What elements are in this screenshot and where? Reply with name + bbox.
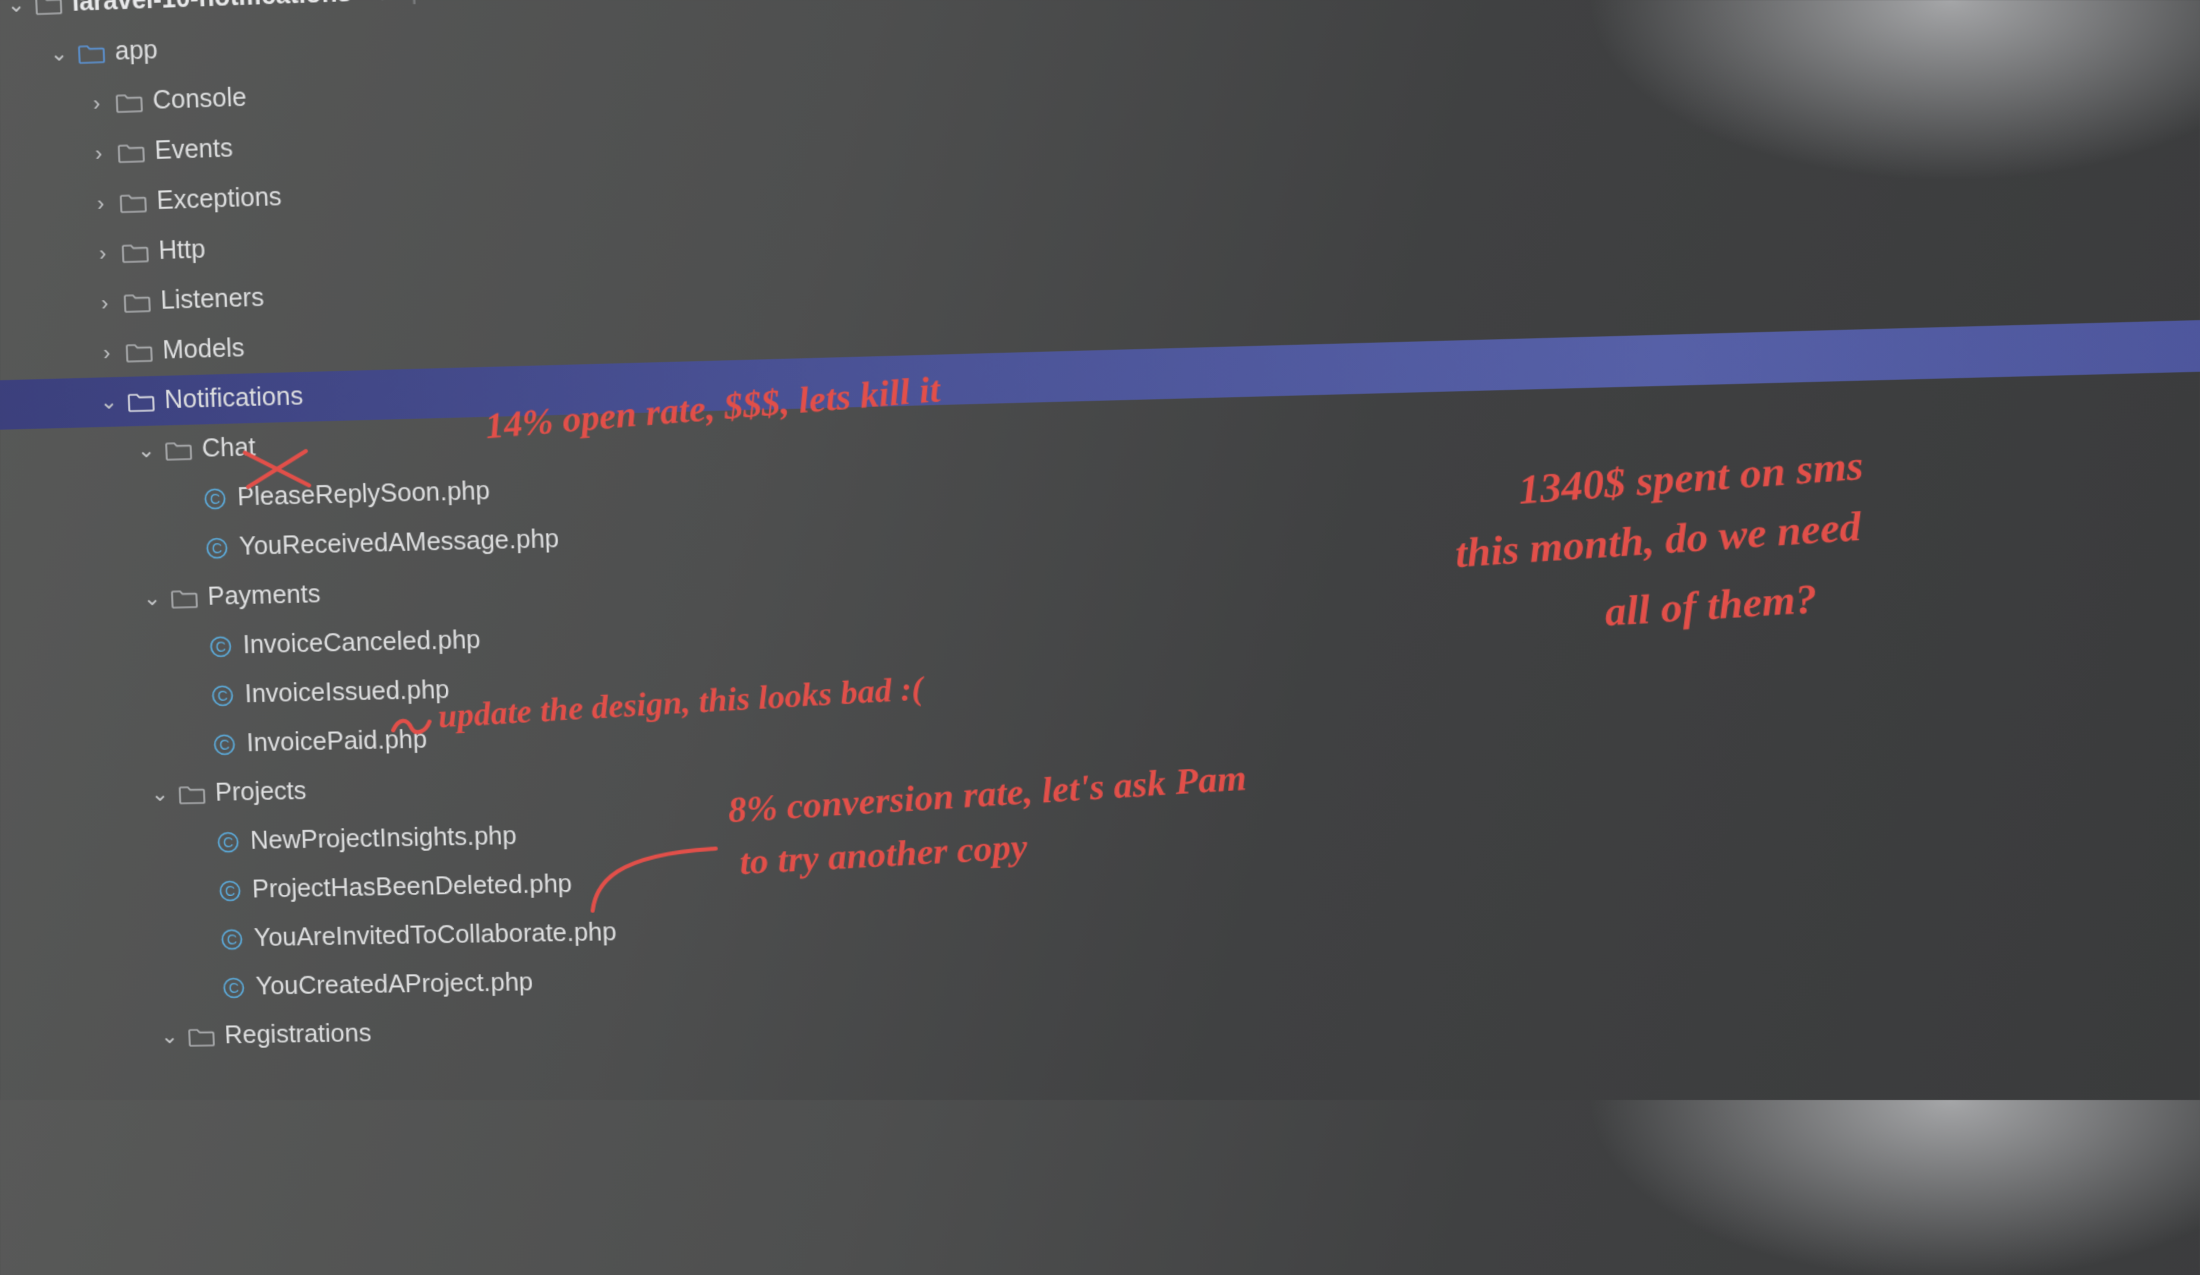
php-class-icon: C <box>210 683 235 708</box>
chevron-down-icon[interactable]: ⌄ <box>156 1024 183 1049</box>
folder-icon <box>120 190 147 213</box>
chevron-down-icon[interactable]: ⌄ <box>132 438 159 464</box>
project-tree[interactable]: ⌄ laravel-10-notifications ~/repos/larav… <box>0 0 2200 1064</box>
chevron-down-icon[interactable]: ⌄ <box>138 586 165 612</box>
root-path: ~/repos/laravel-10-notifications <box>365 0 721 8</box>
folder-icon <box>124 290 151 313</box>
folder-label: Notifications <box>164 382 304 415</box>
php-class-icon: C <box>217 878 242 902</box>
folder-icon <box>171 586 198 609</box>
file-label: ProjectHasBeenDeleted.php <box>252 870 573 904</box>
chevron-right-icon[interactable]: › <box>93 340 120 365</box>
chevron-down-icon[interactable]: ⌄ <box>95 389 122 415</box>
folder-icon <box>126 340 153 363</box>
folder-label: Events <box>154 134 233 166</box>
chevron-right-icon[interactable]: › <box>89 240 116 265</box>
folder-open-icon <box>78 41 105 64</box>
folder-label: app <box>114 36 158 67</box>
svg-text:C: C <box>219 737 230 753</box>
folder-label: Projects <box>215 777 307 808</box>
php-class-icon: C <box>202 486 227 511</box>
folder-icon <box>35 0 62 16</box>
file-label: YouReceivedAMessage.php <box>239 525 560 562</box>
folder-label: Registrations <box>224 1020 372 1051</box>
folder-label: Payments <box>207 580 321 612</box>
folder-icon <box>178 783 205 805</box>
folder-label: Console <box>152 83 247 116</box>
php-class-icon: C <box>208 634 233 659</box>
file-label: NewProjectInsights.php <box>250 822 517 856</box>
folder-icon <box>128 390 155 413</box>
folder-icon <box>122 240 149 263</box>
chevron-right-icon[interactable]: › <box>83 90 110 115</box>
php-class-icon: C <box>216 830 241 854</box>
annotation-arrow-icon <box>584 840 719 912</box>
chevron-right-icon[interactable]: › <box>87 190 114 215</box>
root-name: laravel-10-notifications <box>72 0 352 18</box>
folder-icon <box>116 90 143 113</box>
svg-text:C: C <box>228 980 239 996</box>
chevron-right-icon[interactable]: › <box>91 290 118 315</box>
folder-icon <box>118 140 145 163</box>
php-class-icon: C <box>204 535 229 560</box>
cross-out-icon <box>240 445 313 493</box>
php-class-icon: C <box>219 927 244 951</box>
chevron-down-icon[interactable]: ⌄ <box>2 0 30 18</box>
svg-text:C: C <box>215 639 226 655</box>
chevron-right-icon[interactable]: › <box>85 140 112 165</box>
svg-text:C: C <box>223 835 234 851</box>
svg-text:C: C <box>225 883 236 899</box>
folder-label: Exceptions <box>156 183 282 216</box>
svg-text:C: C <box>217 688 228 704</box>
folder-icon <box>165 438 192 461</box>
chevron-down-icon[interactable]: ⌄ <box>45 41 73 68</box>
php-class-icon: C <box>212 732 237 756</box>
chevron-down-icon[interactable]: ⌄ <box>146 782 173 807</box>
annotation-squiggle-icon <box>391 713 432 736</box>
file-label: InvoiceCanceled.php <box>242 626 481 660</box>
folder-label: Listeners <box>160 283 265 315</box>
php-class-icon: C <box>221 975 246 999</box>
folder-label: Models <box>162 334 245 366</box>
file-label: YouAreInvitedToCollaborate.php <box>253 918 616 953</box>
svg-text:C: C <box>210 491 221 507</box>
file-label: YouCreatedAProject.php <box>255 968 533 1001</box>
svg-text:C: C <box>211 541 222 557</box>
folder-label: Http <box>158 235 206 266</box>
folder-icon <box>188 1025 215 1047</box>
file-label: InvoiceIssued.php <box>244 676 450 709</box>
svg-text:C: C <box>227 932 238 948</box>
